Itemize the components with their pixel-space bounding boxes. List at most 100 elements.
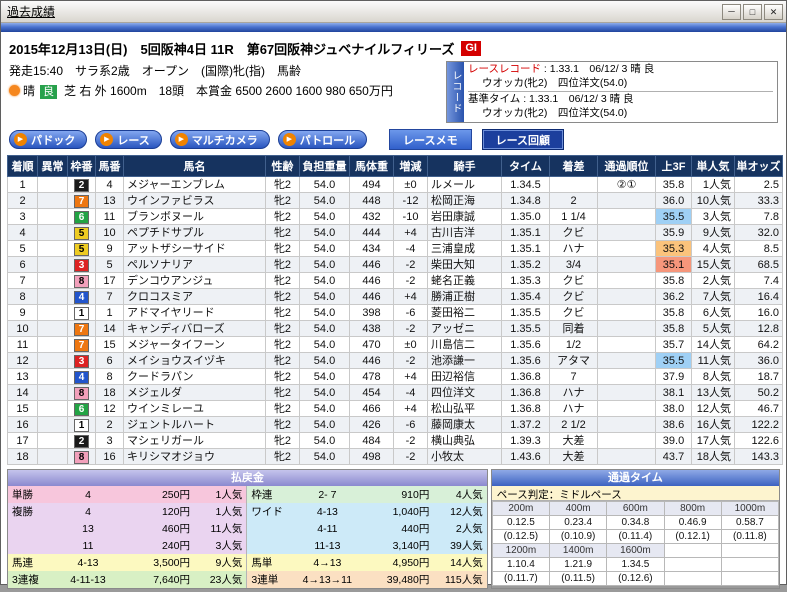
finish-position: 7 — [7, 272, 38, 289]
result-row: 10 7 14 キャンディバローズ 牝2 54.0 438 -2 アッゼニ 1.35.5 同着 35.… — [7, 320, 783, 337]
win-odds: 64.2 — [734, 336, 783, 353]
result-row: 6 3 5 ペルソナリア 牝2 54.0 446 -2 柴田大知 1.35.2 3/4 35.1 15人… — [7, 256, 783, 273]
result-row: 1 2 4 メジャーエンブレム 牝2 54.0 494 ±0 ルメール 1.34.5 ②① 35.8 1… — [7, 176, 783, 193]
horse-name[interactable]: ペルソナリア — [123, 256, 266, 273]
horse-name[interactable]: メジャータイフーン — [123, 336, 266, 353]
lap-time: (0.12.6) — [606, 571, 665, 586]
carried-weight: 54.0 — [299, 208, 350, 225]
margin: 大差 — [549, 432, 598, 449]
weight-diff: -2 — [393, 448, 428, 465]
lap-time: (0.11.8) — [720, 529, 780, 544]
column-header: 枠番 — [67, 155, 96, 177]
carried-weight: 54.0 — [299, 256, 350, 273]
sex-age: 牝2 — [265, 256, 300, 273]
horse-weight: 448 — [349, 192, 394, 209]
titlebar: 過去成績 － □ ✕ — [1, 1, 786, 23]
finish-time: 1.35.5 — [501, 320, 550, 337]
horse-weight: 454 — [349, 384, 394, 401]
bet-type — [8, 520, 54, 537]
minimize-button-icon[interactable]: － — [722, 3, 741, 20]
race-video-button[interactable]: ▶ レース — [95, 130, 162, 149]
horse-name[interactable]: メジェルダ — [123, 384, 266, 401]
race-memo-button[interactable]: レースメモ — [389, 129, 472, 150]
win-odds: 46.7 — [734, 400, 783, 417]
horse-name[interactable]: メイショウスイヅキ — [123, 352, 266, 369]
horse-number: 9 — [95, 240, 124, 257]
horse-name[interactable]: クードラパン — [123, 368, 266, 385]
win-odds: 16.4 — [734, 288, 783, 305]
horse-name[interactable]: クロコスミア — [123, 288, 266, 305]
finish-time: 1.35.1 — [501, 224, 550, 241]
popularity: 7人気 — [691, 288, 735, 305]
finish-position: 16 — [7, 416, 38, 433]
patrol-button[interactable]: ▶ パトロール — [277, 130, 368, 149]
payout-section: 払戻金 単勝 4 250円 1人気 複勝 4 120円 1人気 13 460円 11人気 11 240円… — [7, 469, 488, 589]
win-odds: 32.0 — [734, 224, 783, 241]
jockey-name: 池添謙一 — [427, 352, 502, 369]
horse-name[interactable]: キリシマオジョウ — [123, 448, 266, 465]
column-header: 異常 — [37, 155, 68, 177]
bet-type — [8, 537, 54, 554]
horse-number: 3 — [95, 432, 124, 449]
distance-header: 1600m — [606, 543, 665, 558]
jockey-name: 松山弘平 — [427, 400, 502, 417]
horse-name[interactable]: ジェントルハート — [123, 416, 266, 433]
finish-time: 1.36.8 — [501, 384, 550, 401]
horse-name[interactable]: ブランボヌール — [123, 208, 266, 225]
win-odds: 18.7 — [734, 368, 783, 385]
bracket-number: 4 — [67, 288, 96, 305]
bracket-number: 8 — [67, 384, 96, 401]
abnormal-flag — [37, 336, 68, 353]
popularity: 17人気 — [691, 432, 735, 449]
horse-name[interactable]: ウインファビラス — [123, 192, 266, 209]
payout-row: 馬連 4-13 3,500円 9人気 — [8, 554, 247, 571]
multi-camera-button[interactable]: ▶ マルチカメラ — [169, 130, 270, 149]
finish-time: 1.35.3 — [501, 272, 550, 289]
payout-amount: 39,480円 — [386, 574, 430, 586]
result-row: 3 6 11 ブランボヌール 牝2 54.0 432 -10 岩田康誠 1.35.0 1 1/4 35… — [7, 208, 783, 225]
cumulative-time — [663, 557, 722, 572]
results-table: 着順 異常 枠番 馬番 馬名 性齢 負担重量 馬体重 増減 騎手 タイム 着差 通過順位 上3F 単人気 単オ… — [7, 155, 783, 465]
win-odds: 122.2 — [734, 416, 783, 433]
horse-number: 2 — [95, 416, 124, 433]
result-row: 7 8 17 デンコウアンジュ 牝2 54.0 446 -2 蛯名正義 1.35.3 クビ 35.8 2… — [7, 272, 783, 289]
close-button-icon[interactable]: ✕ — [764, 3, 783, 20]
paddock-button[interactable]: ▶ パドック — [9, 130, 88, 149]
payout-row: 11-13 3,140円 39人気 — [247, 537, 487, 554]
finish-position: 3 — [7, 208, 38, 225]
horse-name[interactable]: ペプチドサプル — [123, 224, 266, 241]
horse-name[interactable]: マシェリガール — [123, 432, 266, 449]
horse-name[interactable]: キャンディバローズ — [123, 320, 266, 337]
horse-name[interactable]: アットザシーサイド — [123, 240, 266, 257]
result-row: 4 5 10 ペプチドサプル 牝2 54.0 444 +4 古川吉洋 1.35.1 クビ 35.9 9人… — [7, 224, 783, 241]
results-table-body: 1 2 4 メジャーエンブレム 牝2 54.0 494 ±0 ルメール 1.34.5 ②① 35.8 1… — [7, 176, 783, 465]
jockey-name: 松岡正海 — [427, 192, 502, 209]
last-3f: 38.0 — [655, 400, 692, 417]
horse-name[interactable]: メジャーエンブレム — [123, 176, 266, 193]
passing-order — [597, 448, 656, 465]
result-row: 15 6 12 ウインミレーユ 牝2 54.0 466 +4 松山弘平 1.36.8 ハナ 38.0 1… — [7, 400, 783, 417]
win-odds: 16.0 — [734, 304, 783, 321]
bet-combination: 4 — [85, 505, 91, 518]
horse-name[interactable]: アドマイヤリード — [123, 304, 266, 321]
cumulative-time: 0.58.7 — [720, 515, 780, 530]
bracket-number: 1 — [67, 304, 96, 321]
result-row: 12 3 6 メイショウスイヅキ 牝2 54.0 446 -2 池添謙一 1.35.6 アタマ 35.… — [7, 352, 783, 369]
finish-position: 12 — [7, 352, 38, 369]
weight-diff: -2 — [393, 352, 428, 369]
bet-type: 3連単 — [251, 574, 279, 586]
margin: 2 — [549, 192, 598, 209]
horse-weight: 498 — [349, 448, 394, 465]
distance-header-row: 1200m 1400m 1600m — [491, 543, 780, 558]
horse-name[interactable]: デンコウアンジュ — [123, 272, 266, 289]
bracket-badge: 5 — [74, 226, 89, 240]
bracket-number: 2 — [67, 432, 96, 449]
jockey-name: 勝浦正樹 — [427, 288, 502, 305]
maximize-button-icon[interactable]: □ — [743, 3, 762, 20]
horse-weight: 438 — [349, 320, 394, 337]
cumulative-time: 1.21.9 — [548, 557, 608, 572]
race-review-button[interactable]: レース回顧 — [481, 129, 565, 150]
horse-name[interactable]: ウインミレーユ — [123, 400, 266, 417]
sex-age: 牝2 — [265, 192, 300, 209]
payout-amount: 440円 — [401, 523, 430, 535]
